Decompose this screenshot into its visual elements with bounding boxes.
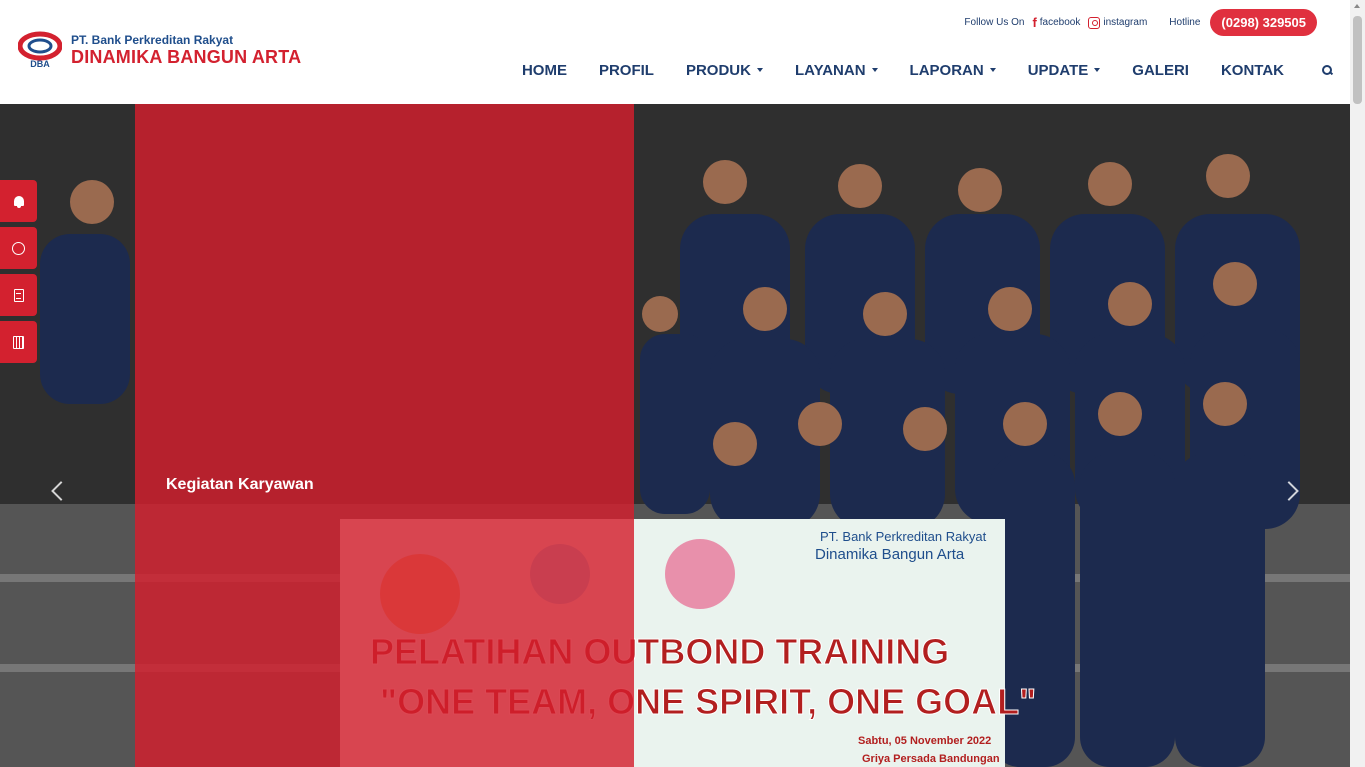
caret-down-icon bbox=[871, 68, 878, 72]
instagram-link[interactable]: instagram bbox=[1088, 16, 1148, 29]
hero-slider: PT. Bank Perkreditan Rakyat Dinamika Ban… bbox=[0, 104, 1350, 767]
logo-title: DINAMIKA BANGUN ARTA bbox=[71, 47, 302, 67]
nav-update[interactable]: UPDATE bbox=[1028, 62, 1101, 79]
nav-galeri[interactable]: GALERI bbox=[1132, 62, 1189, 79]
nav-laporan-label: LAPORAN bbox=[909, 61, 984, 79]
caret-down-icon bbox=[989, 68, 996, 72]
nav-profil[interactable]: PROFIL bbox=[599, 62, 654, 79]
nav-kontak[interactable]: KONTAK bbox=[1221, 62, 1284, 79]
scroll-up-icon[interactable] bbox=[1354, 4, 1360, 8]
caret-down-icon bbox=[756, 68, 763, 72]
main-nav: HOME PROFIL PRODUK LAYANAN LAPORAN UPDAT… bbox=[490, 58, 1332, 82]
nav-home-label: HOME bbox=[521, 61, 567, 79]
page-scrollbar[interactable] bbox=[1350, 0, 1365, 767]
document-button[interactable] bbox=[0, 274, 37, 316]
svg-text:PT. Bank Perkreditan Rakyat: PT. Bank Perkreditan Rakyat bbox=[820, 529, 987, 544]
hotline-label: Hotline bbox=[1169, 17, 1201, 28]
nav-galeri-label: GALERI bbox=[1132, 61, 1189, 79]
instagram-label: instagram bbox=[1103, 17, 1148, 28]
site-logo[interactable]: DBA PT. Bank Perkreditan Rakyat DINAMIKA… bbox=[18, 30, 318, 75]
slide-caption: Kegiatan Karyawan bbox=[166, 476, 314, 493]
facebook-link[interactable]: f facebook bbox=[1032, 15, 1080, 30]
document-icon bbox=[13, 288, 24, 302]
whatsapp-icon bbox=[12, 241, 25, 255]
nav-produk-label: PRODUK bbox=[685, 61, 751, 79]
caret-down-icon bbox=[1094, 68, 1101, 72]
follow-label: Follow Us On bbox=[964, 17, 1025, 28]
nav-home[interactable]: HOME bbox=[522, 62, 567, 79]
top-bar: Follow Us On f facebook instagram Hotlin… bbox=[964, 9, 1317, 36]
hotline-button[interactable]: (0298) 329505 bbox=[1210, 9, 1317, 36]
whatsapp-button[interactable] bbox=[0, 227, 37, 269]
nav-profil-label: PROFIL bbox=[598, 61, 654, 79]
logo-subtitle: PT. Bank Perkreditan Rakyat bbox=[71, 33, 234, 47]
svg-text:Sabtu, 05 November 2022: Sabtu, 05 November 2022 bbox=[858, 735, 991, 747]
dba-logo-mark: DBA bbox=[18, 31, 62, 69]
calculator-button[interactable] bbox=[0, 321, 37, 363]
facebook-icon: f bbox=[1032, 15, 1037, 30]
svg-text:Griya Persada Bandungan: Griya Persada Bandungan bbox=[862, 753, 1000, 765]
nav-layanan-label: LAYANAN bbox=[794, 61, 866, 79]
nav-produk[interactable]: PRODUK bbox=[686, 62, 763, 79]
nav-update-label: UPDATE bbox=[1027, 61, 1089, 79]
svg-text:DBA: DBA bbox=[30, 59, 50, 69]
svg-text:Dinamika Bangun Arta: Dinamika Bangun Arta bbox=[815, 546, 965, 563]
search-icon[interactable] bbox=[1322, 65, 1332, 75]
nav-laporan[interactable]: LAPORAN bbox=[910, 62, 996, 79]
scroll-thumb[interactable] bbox=[1353, 16, 1362, 104]
floating-action-bar bbox=[0, 180, 37, 368]
nav-kontak-label: KONTAK bbox=[1220, 61, 1284, 79]
site-header: DBA PT. Bank Perkreditan Rakyat DINAMIKA… bbox=[0, 0, 1350, 104]
caption-overlay bbox=[135, 104, 634, 767]
instagram-icon bbox=[1088, 16, 1101, 29]
bell-icon bbox=[13, 196, 24, 208]
notification-button[interactable] bbox=[0, 180, 37, 222]
nav-layanan[interactable]: LAYANAN bbox=[795, 62, 878, 79]
calculator-icon bbox=[13, 335, 24, 349]
facebook-label: facebook bbox=[1039, 17, 1081, 28]
